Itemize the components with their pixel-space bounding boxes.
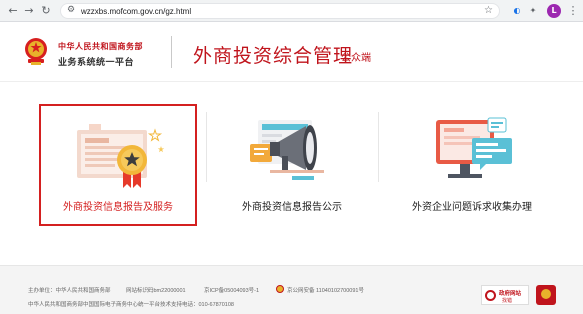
footer-sponsor: 主办单位：中华人民共和国商务部 [28,288,111,294]
gov-site-error-report-badge[interactable]: 政府网站 找错 [481,285,529,305]
site-header: 中华人民共和国商务部 业务系统统一平台 外商投资综合管理 公众端 [0,22,583,82]
card-separator [378,112,379,182]
card-separator [206,112,207,182]
url-text[interactable]: wzzxbs.mofcom.gov.cn/gz.html [81,6,191,17]
card-label[interactable]: 外资企业问题诉求收集办理 [384,198,560,213]
footer-operator: 中华人民共和国商务部中国国际电子商务中心 [28,302,139,308]
emblem-icon [541,289,551,299]
page-subtitle: 公众端 [341,53,371,64]
card-label[interactable]: 外商投资信息报告及服务 [41,198,195,213]
reload-icon[interactable]: ↻ [39,4,53,18]
party-emblem-badge[interactable] [536,285,556,305]
profile-avatar[interactable]: L [547,4,561,18]
site-info-icon[interactable]: ⚙ [67,5,75,15]
card-investment-report-service[interactable]: 外商投资信息报告及服务 [39,104,197,226]
ministry-name: 中华人民共和国商务部 [58,42,143,51]
police-emblem-icon [276,285,284,293]
footer-site-id: 网站标识码bm22000001 [126,288,186,294]
megaphone-announcement-icon [250,120,324,180]
card-investment-report-publicity[interactable]: 外商投资信息报告公示 [212,104,372,226]
national-emblem-icon [25,38,47,65]
forward-icon[interactable]: → [22,4,36,18]
bookmark-star-icon[interactable]: ☆ [484,5,493,16]
footer-icp[interactable]: 京ICP备05004093号-1 [204,286,259,294]
footer-police-record[interactable]: 京公网安备 11040102700091号 [287,286,364,294]
browser-toolbar: ← → ↻ ⚙ wzzxbs.mofcom.gov.cn/gz.html ☆ ◐… [0,0,583,22]
card-enterprise-complaints[interactable]: 外资企业问题诉求收集办理 [384,104,560,226]
report-certificate-icon [77,124,165,188]
site-footer: 主办单位：中华人民共和国商务部 网站标识码bm22000001 京ICP备050… [0,265,583,314]
footer-tech-support: 统一平台技术支持电话：010-67870108 [138,302,234,308]
page-title: 外商投资综合管理 [193,46,354,67]
header-divider [171,36,172,68]
menu-kebab-icon[interactable]: ⋮ [566,4,580,18]
back-icon[interactable]: ← [6,4,20,18]
gov-badge-bottom: 找错 [502,298,513,304]
system-name: 业务系统统一平台 [58,57,135,67]
gov-badge-icon [485,290,496,301]
card-label[interactable]: 外商投资信息报告公示 [212,198,372,213]
monitor-feedback-icon [436,117,512,178]
gov-badge-top: 政府网站 [499,291,522,297]
extensions-puzzle-icon[interactable]: ✦ [526,4,540,18]
extension-icon[interactable]: ◐ [510,4,524,18]
address-bar[interactable]: ⚙ wzzxbs.mofcom.gov.cn/gz.html ☆ [60,3,500,19]
